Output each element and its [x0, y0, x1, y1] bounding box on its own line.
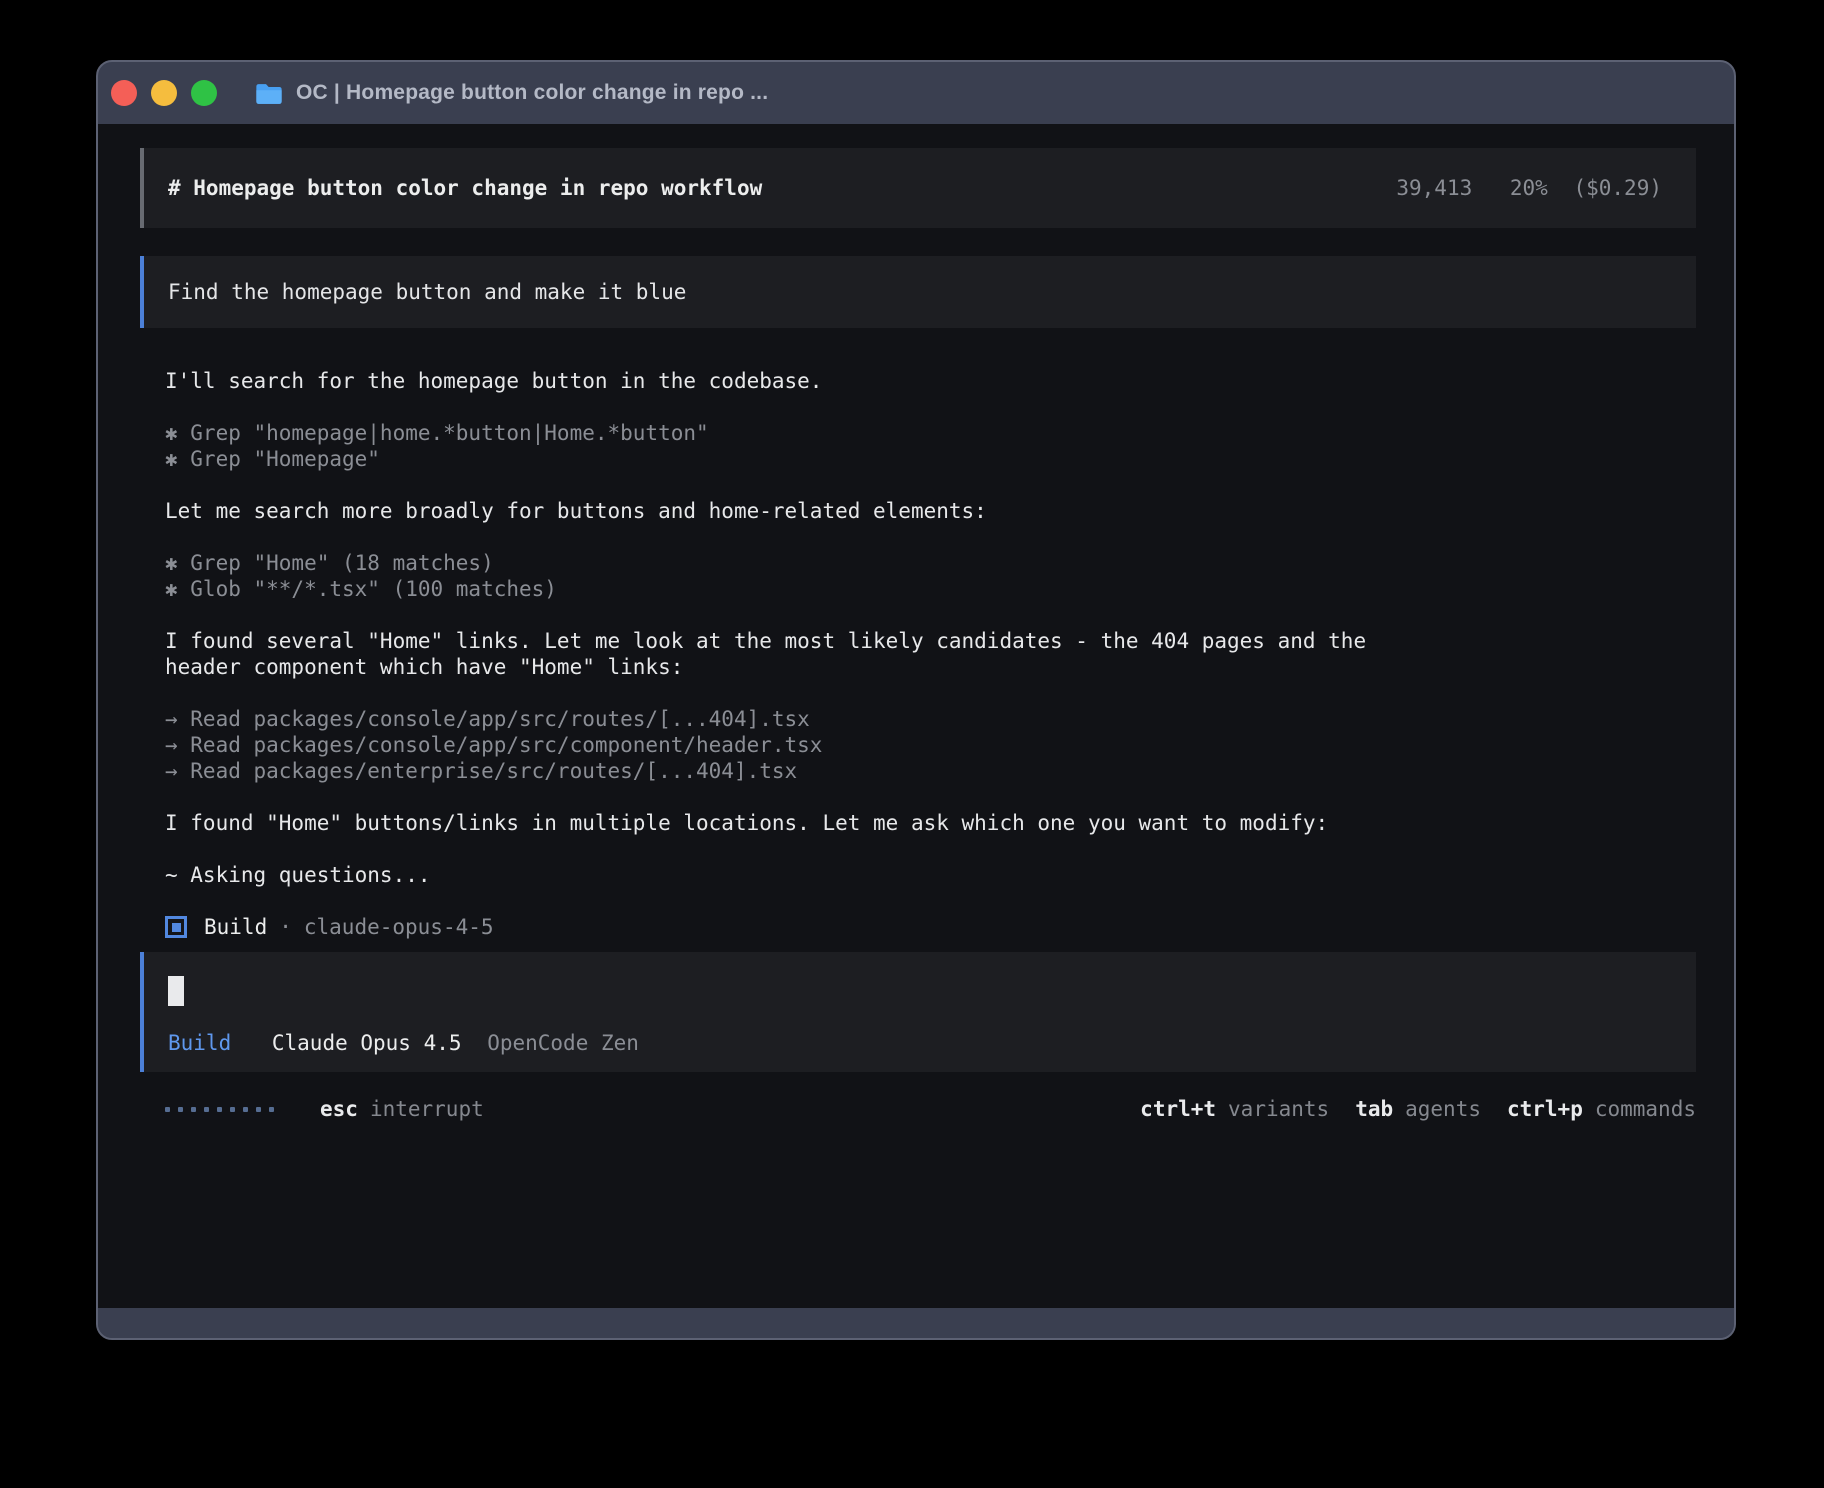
tool-call-glob: ✱ Glob "**/*.tsx" (100 matches)	[165, 576, 1445, 602]
terminal-content: # Homepage button color change in repo w…	[98, 124, 1734, 1310]
assistant-text: Let me search more broadly for buttons a…	[165, 498, 1445, 524]
session-stats: 39,413 20% ($0.29)	[1396, 176, 1662, 200]
context-percent: 20%	[1510, 176, 1548, 200]
user-message-text: Find the homepage button and make it blu…	[168, 280, 686, 304]
assistant-text: I found several "Home" links. Let me loo…	[165, 628, 1445, 680]
esc-key-label: interrupt	[370, 1096, 484, 1122]
agent-name: Build	[204, 914, 267, 940]
tool-call-grep: ✱ Grep "Home" (18 matches)	[165, 550, 1445, 576]
hint-variants: ctrl+t variants	[1140, 1096, 1329, 1122]
assistant-text: I'll search for the homepage button in t…	[165, 368, 1445, 394]
input-provider-label: OpenCode Zen	[487, 1031, 639, 1055]
session-cost: ($0.29)	[1573, 176, 1662, 200]
assistant-status-text: ~ Asking questions...	[165, 862, 1445, 888]
window-title: OC | Homepage button color change in rep…	[296, 81, 768, 105]
statusbar: esc interrupt ctrl+t variants tab agents…	[165, 1096, 1696, 1122]
statusbar-right: ctrl+t variants tab agents ctrl+p comman…	[1114, 1096, 1696, 1122]
agent-status-row: Build · claude-opus-4-5	[165, 914, 1696, 940]
session-title: # Homepage button color change in repo w…	[168, 176, 762, 200]
minimize-button[interactable]	[151, 80, 177, 106]
dot-separator: ·	[279, 914, 292, 940]
tool-call-read: → Read packages/enterprise/src/routes/[.…	[165, 758, 1445, 784]
input-model-label: Claude Opus 4.5	[272, 1031, 462, 1055]
user-message: Find the homepage button and make it blu…	[140, 256, 1696, 328]
tool-call-read: → Read packages/console/app/src/componen…	[165, 732, 1445, 758]
close-button[interactable]	[111, 80, 137, 106]
progress-dots-spinner	[165, 1107, 282, 1112]
agent-model: claude-opus-4-5	[304, 914, 494, 940]
folder-icon	[255, 82, 283, 105]
terminal-window: OC | Homepage button color change in rep…	[96, 60, 1736, 1340]
statusbar-left: esc interrupt	[165, 1096, 484, 1122]
esc-key-hint: esc	[320, 1096, 358, 1122]
tool-call-grep: ✱ Grep "Homepage"	[165, 446, 1445, 472]
tool-call-group: ✱ Grep "homepage|home.*button|Home.*butt…	[165, 420, 1445, 472]
tool-call-grep: ✱ Grep "homepage|home.*button|Home.*butt…	[165, 420, 1445, 446]
token-count: 39,413	[1396, 176, 1472, 200]
assistant-text: I found "Home" buttons/links in multiple…	[165, 810, 1445, 836]
session-header: # Homepage button color change in repo w…	[140, 148, 1696, 228]
tool-call-group: → Read packages/console/app/src/routes/[…	[165, 706, 1445, 784]
hint-agents: tab agents	[1355, 1096, 1481, 1122]
tool-call-read: → Read packages/console/app/src/routes/[…	[165, 706, 1445, 732]
tool-call-group: ✱ Grep "Home" (18 matches) ✱ Glob "**/*.…	[165, 550, 1445, 602]
hint-commands: ctrl+p commands	[1507, 1096, 1696, 1122]
agent-build-icon	[165, 916, 187, 938]
window-bottom-edge	[98, 1308, 1734, 1338]
titlebar: OC | Homepage button color change in rep…	[98, 62, 1734, 124]
input-agent-label: Build	[168, 1031, 231, 1055]
input-meta-row: Build Claude Opus 4.5 OpenCode Zen	[168, 1030, 1672, 1056]
transcript: I'll search for the homepage button in t…	[165, 368, 1445, 888]
zoom-button[interactable]	[191, 80, 217, 106]
text-cursor	[168, 976, 184, 1006]
prompt-input[interactable]: Build Claude Opus 4.5 OpenCode Zen	[140, 952, 1696, 1072]
